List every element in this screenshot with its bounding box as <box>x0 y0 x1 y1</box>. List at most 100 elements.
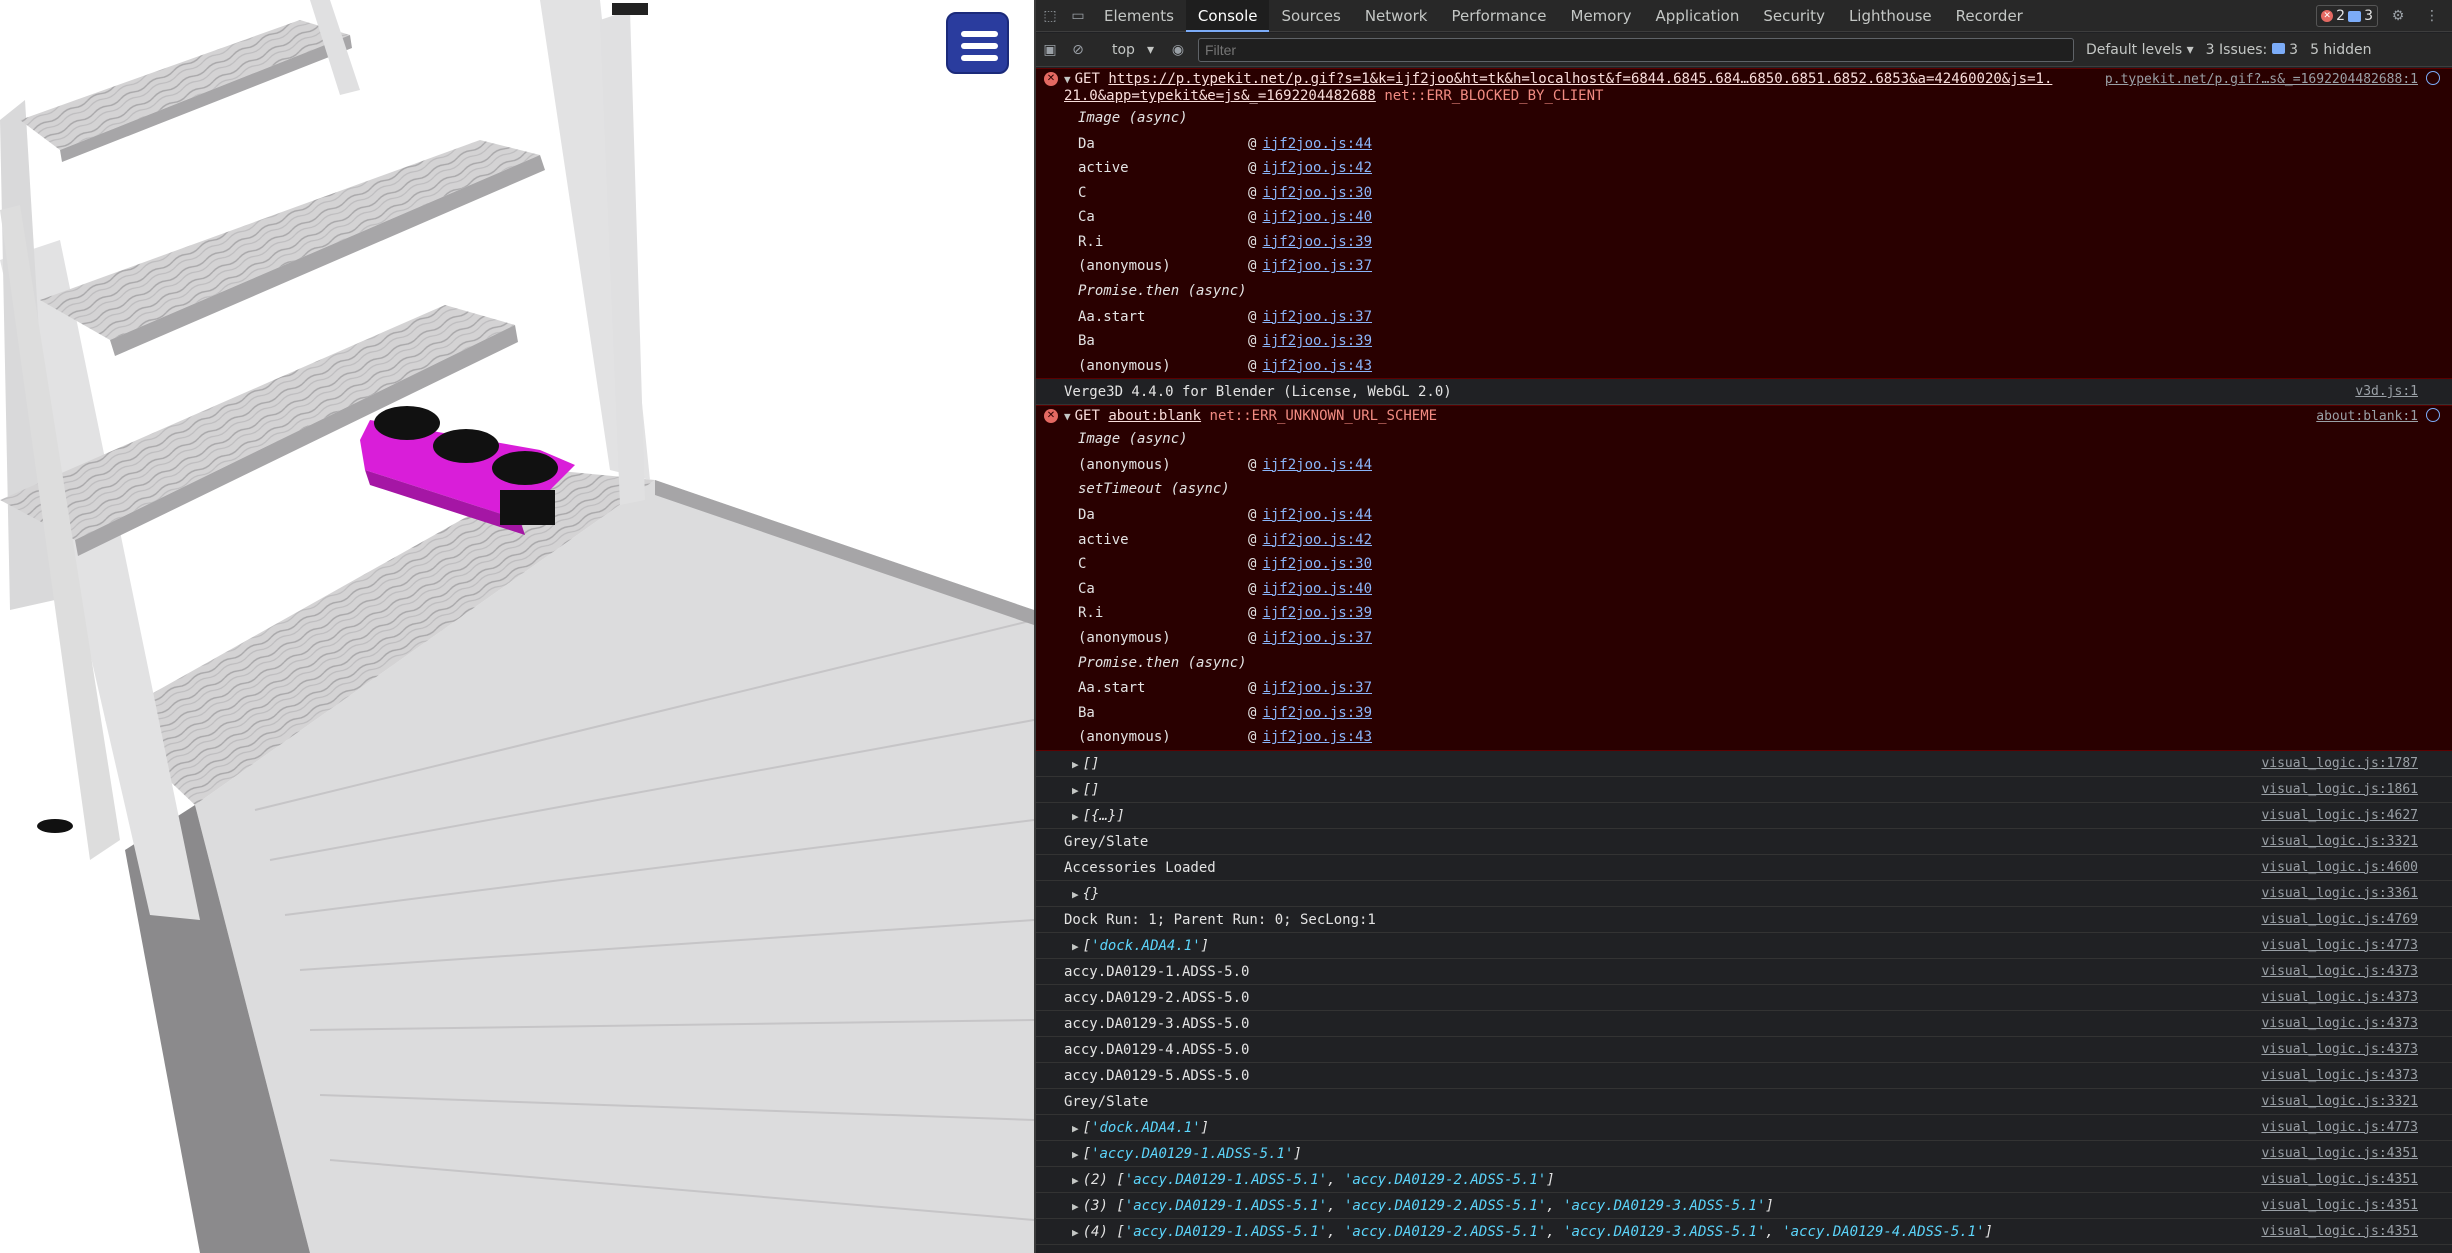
file-link[interactable]: ijf2joo.js:30 <box>1262 552 1372 577</box>
file-link[interactable]: ijf2joo.js:39 <box>1262 329 1372 354</box>
issues-button[interactable]: 3 Issues: 3 <box>2206 42 2298 58</box>
tab-lighthouse[interactable]: Lighthouse <box>1837 0 1944 32</box>
expand-triangle-icon[interactable]: ▶ <box>1072 1174 1079 1187</box>
error-url-link[interactable]: https://p.typekit.net/p.gif?s=1&k=ijf2jo… <box>1108 71 2052 87</box>
expand-triangle-icon[interactable]: ▶ <box>1072 1200 1079 1213</box>
source-link[interactable]: visual_logic.js:4773 <box>2261 1115 2418 1141</box>
file-link[interactable]: ijf2joo.js:40 <box>1262 577 1372 602</box>
log-row[interactable]: ▶{} visual_logic.js:3361 <box>1036 881 2452 907</box>
expand-triangle-icon[interactable]: ▶ <box>1072 758 1079 771</box>
stack-trace: Image (async) Da @ ijf2joo.js:44 active @ ijf2… <box>1036 106 2452 378</box>
tab-performance[interactable]: Performance <box>1439 0 1558 32</box>
hamburger-menu-button[interactable] <box>946 12 1009 74</box>
tab-elements[interactable]: Elements <box>1092 0 1186 32</box>
file-link[interactable]: ijf2joo.js:30 <box>1262 181 1372 206</box>
log-row[interactable]: ▶[] visual_logic.js:1861 <box>1036 777 2452 803</box>
log-row[interactable]: ▶ (4) ['accy.DA0129-1.ADSS-5.1', 'accy.DA… <box>1036 1219 2452 1245</box>
source-link[interactable]: visual_logic.js:4351 <box>2261 1219 2418 1245</box>
expand-triangle-icon[interactable]: ▼ <box>1064 73 1071 86</box>
expand-triangle-icon[interactable]: ▶ <box>1072 888 1079 901</box>
gear-icon[interactable]: ⚙ <box>2384 0 2412 32</box>
log-row[interactable]: ▶ (3) ['accy.DA0129-1.ADSS-5.1', 'accy.DA… <box>1036 1193 2452 1219</box>
file-link[interactable]: ijf2joo.js:37 <box>1262 305 1372 330</box>
source-link[interactable]: about:blank:1 <box>2316 409 2418 425</box>
log-row[interactable]: ▶[] visual_logic.js:1787 <box>1036 751 2452 777</box>
file-link[interactable]: ijf2joo.js:39 <box>1262 601 1372 626</box>
clear-console-icon[interactable]: ⊘ <box>1064 34 1092 66</box>
error-count-badge[interactable]: ✕ 2 3 <box>2316 5 2378 27</box>
file-link[interactable]: ijf2joo.js:43 <box>1262 725 1372 750</box>
source-link[interactable]: visual_logic.js:3361 <box>2261 881 2418 907</box>
tab-sources[interactable]: Sources <box>1269 0 1352 32</box>
file-link[interactable]: ijf2joo.js:43 <box>1262 354 1372 379</box>
log-text: Grey/Slate <box>1064 833 1149 850</box>
log-row[interactable]: ▶ ['accy.DA0129-1.ADSS-5.1'] visual_logic.… <box>1036 1141 2452 1167</box>
sidebar-toggle-icon[interactable]: ▣ <box>1036 34 1064 66</box>
function-name: Ca <box>1078 580 1095 597</box>
source-link[interactable]: visual_logic.js:4600 <box>2261 855 2418 881</box>
log-row[interactable]: ▶ [{…}] visual_logic.js:4627 <box>1036 803 2452 829</box>
file-link[interactable]: ijf2joo.js:37 <box>1262 626 1372 651</box>
log-text: accy.DA0129-5.ADSS-5.0 <box>1064 1067 1250 1084</box>
expand-triangle-icon[interactable]: ▶ <box>1072 940 1079 953</box>
log-text: [{…}] <box>1082 807 1125 824</box>
log-row[interactable]: ▶ ['dock.ADA4.1'] visual_logic.js:4773 <box>1036 1115 2452 1141</box>
eye-icon[interactable]: ◉ <box>1164 34 1192 66</box>
file-link[interactable]: ijf2joo.js:37 <box>1262 676 1372 701</box>
expand-triangle-icon[interactable]: ▶ <box>1072 784 1079 797</box>
file-link[interactable]: ijf2joo.js:44 <box>1262 503 1372 528</box>
source-link[interactable]: visual_logic.js:4351 <box>2261 1141 2418 1167</box>
source-link[interactable]: visual_logic.js:4351 <box>2261 1193 2418 1219</box>
stack-frame: Da @ ijf2joo.js:44 <box>1078 503 2452 528</box>
tab-security[interactable]: Security <box>1751 0 1837 32</box>
async-separator: setTimeout (async) <box>1078 481 1230 498</box>
log-row[interactable]: ▶ ['dock.ADA4.1'] visual_logic.js:4773 <box>1036 933 2452 959</box>
file-link[interactable]: ijf2joo.js:42 <box>1262 528 1372 553</box>
expand-triangle-icon[interactable]: ▶ <box>1072 1226 1079 1239</box>
context-selector[interactable]: top ▾ <box>1102 42 1164 58</box>
source-link[interactable]: visual_logic.js:4373 <box>2261 1037 2418 1063</box>
source-link[interactable]: v3d.js:1 <box>2355 379 2418 405</box>
expand-triangle-icon[interactable]: ▶ <box>1072 1148 1079 1161</box>
error-url-link[interactable]: about:blank <box>1108 408 1201 424</box>
log-row[interactable]: ▶ (2) ['accy.DA0129-1.ADSS-5.1', 'accy.DA… <box>1036 1167 2452 1193</box>
source-link[interactable]: visual_logic.js:4351 <box>2261 1167 2418 1193</box>
source-link[interactable]: visual_logic.js:3321 <box>2261 829 2418 855</box>
3d-viewport[interactable] <box>0 0 1034 1253</box>
source-link[interactable]: visual_logic.js:4373 <box>2261 1011 2418 1037</box>
tab-network[interactable]: Network <box>1353 0 1440 32</box>
source-link[interactable]: visual_logic.js:4373 <box>2261 959 2418 985</box>
source-link[interactable]: visual_logic.js:4769 <box>2261 907 2418 933</box>
file-link[interactable]: ijf2joo.js:40 <box>1262 205 1372 230</box>
tab-recorder[interactable]: Recorder <box>1944 0 2035 32</box>
file-link[interactable]: ijf2joo.js:39 <box>1262 230 1372 255</box>
file-link[interactable]: ijf2joo.js:44 <box>1262 453 1372 478</box>
expand-triangle-icon[interactable]: ▶ <box>1072 810 1079 823</box>
source-link[interactable]: visual_logic.js:4773 <box>2261 933 2418 959</box>
source-link[interactable]: visual_logic.js:4373 <box>2261 985 2418 1011</box>
source-link[interactable]: visual_logic.js:1787 <box>2261 751 2418 777</box>
file-link[interactable]: ijf2joo.js:37 <box>1262 254 1372 279</box>
file-link[interactable]: ijf2joo.js:39 <box>1262 701 1372 726</box>
source-link[interactable]: p.typekit.net/p.gif?…s&_=1692204482688:1 <box>2105 72 2418 88</box>
expand-triangle-icon[interactable]: ▶ <box>1072 1122 1079 1135</box>
expand-triangle-icon[interactable]: ▼ <box>1064 410 1071 423</box>
log-levels-dropdown[interactable]: Default levels ▾ <box>2086 42 2194 58</box>
tab-application[interactable]: Application <box>1644 0 1752 32</box>
source-link[interactable]: visual_logic.js:4373 <box>2261 1063 2418 1089</box>
console-output[interactable]: ✕ ▼ GET https://p.typekit.net/p.gif?s=1&k… <box>1036 68 2452 1253</box>
tab-memory[interactable]: Memory <box>1559 0 1644 32</box>
file-link[interactable]: ijf2joo.js:42 <box>1262 156 1372 181</box>
string-value: 'accy.DA0129-2.ADSS-5.1' <box>1343 1171 1547 1188</box>
tab-console[interactable]: Console <box>1185 0 1270 32</box>
source-link[interactable]: visual_logic.js:4627 <box>2261 803 2418 829</box>
network-icon[interactable] <box>2426 71 2440 85</box>
more-options-icon[interactable]: ⋮ <box>2418 0 2446 32</box>
device-toolbar-icon[interactable]: ▭ <box>1064 0 1092 32</box>
source-link[interactable]: visual_logic.js:3321 <box>2261 1089 2418 1115</box>
source-link[interactable]: visual_logic.js:1861 <box>2261 777 2418 803</box>
file-link[interactable]: ijf2joo.js:44 <box>1262 132 1372 157</box>
inspect-element-icon[interactable]: ⬚ <box>1036 0 1064 32</box>
filter-input[interactable] <box>1197 37 2074 62</box>
network-icon[interactable] <box>2426 408 2440 423</box>
